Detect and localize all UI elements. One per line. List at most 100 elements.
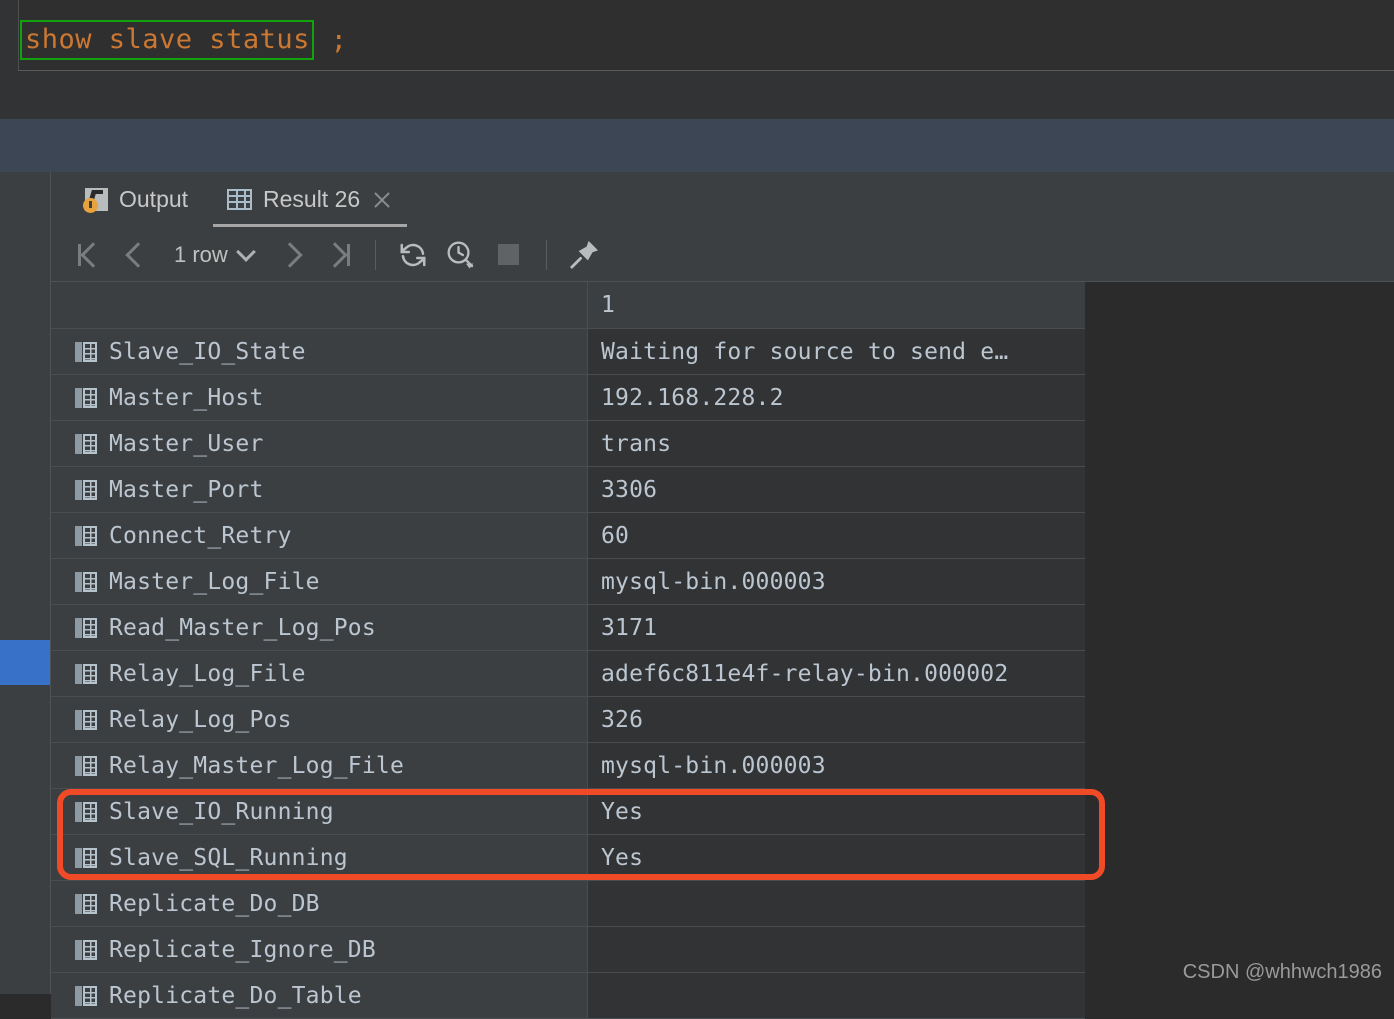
sql-editor[interactable]: show slave status ; — [0, 0, 1394, 71]
row-name-label: Slave_IO_Running — [109, 798, 334, 825]
table-row[interactable]: Read_Master_Log_Pos 3171 — [51, 605, 1085, 651]
row-header-cell[interactable]: Relay_Master_Log_File — [51, 743, 588, 788]
row-value-label: Yes — [601, 844, 644, 871]
column-icon — [75, 939, 97, 960]
pin-icon[interactable] — [561, 232, 607, 278]
row-value-cell[interactable]: Waiting for source to send e… — [588, 329, 1085, 374]
row-header-cell[interactable]: Relay_Log_File — [51, 651, 588, 696]
row-header-cell[interactable]: Master_Log_File — [51, 559, 588, 604]
sql-statement-line[interactable]: show slave status ; — [20, 18, 347, 62]
column-icon — [75, 985, 97, 1006]
result-grid: 1 Slave_IO_State Waiting for source to se… — [51, 282, 1085, 1019]
row-header-cell[interactable]: Replicate_Ignore_DB — [51, 927, 588, 972]
table-row[interactable]: Replicate_Do_DB — [51, 881, 1085, 927]
row-value-cell[interactable]: Yes — [588, 835, 1085, 880]
row-name-label: Master_Host — [109, 384, 264, 411]
table-row[interactable]: Master_Host 192.168.228.2 — [51, 375, 1085, 421]
row-value-cell[interactable] — [588, 973, 1085, 1018]
row-header-cell[interactable]: Replicate_Do_DB — [51, 881, 588, 926]
table-row[interactable]: Relay_Log_File adef6c811e4f-relay-bin.000… — [51, 651, 1085, 697]
row-value-label: Yes — [601, 798, 644, 825]
query-history-icon[interactable] — [438, 232, 484, 278]
left-gutter-strip — [0, 172, 51, 994]
column-icon — [75, 571, 97, 592]
row-name-label: Relay_Log_Pos — [109, 706, 292, 733]
row-value-label: mysql-bin.000003 — [601, 752, 826, 779]
table-row[interactable]: Slave_IO_State Waiting for source to send… — [51, 329, 1085, 375]
row-header-cell[interactable]: Slave_SQL_Running — [51, 835, 588, 880]
table-row[interactable]: Relay_Master_Log_File mysql-bin.000003 — [51, 743, 1085, 789]
close-icon[interactable] — [371, 189, 393, 211]
result-tab-bar: Output Result 26 — [51, 172, 1394, 227]
highlighted-panel-band — [0, 119, 1394, 172]
refresh-icon[interactable] — [390, 232, 436, 278]
table-header-row: 1 — [51, 282, 1085, 329]
table-row[interactable]: Relay_Log_Pos 326 — [51, 697, 1085, 743]
previous-page-icon[interactable] — [115, 232, 161, 278]
table-row[interactable]: Connect_Retry 60 — [51, 513, 1085, 559]
row-value-label: mysql-bin.000003 — [601, 568, 826, 595]
row-header-cell[interactable]: Slave_IO_Running — [51, 789, 588, 834]
row-value-cell[interactable]: mysql-bin.000003 — [588, 559, 1085, 604]
chevron-down-icon[interactable] — [235, 242, 256, 262]
column-icon — [75, 617, 97, 638]
row-value-label: 3171 — [601, 614, 658, 641]
row-name-label: Master_User — [109, 430, 264, 457]
row-value-cell[interactable]: 3171 — [588, 605, 1085, 650]
table-row[interactable]: Master_Port 3306 — [51, 467, 1085, 513]
row-value-label: adef6c811e4f-relay-bin.000002 — [601, 660, 1009, 687]
row-name-label: Master_Port — [109, 476, 264, 503]
row-value-cell[interactable]: Yes — [588, 789, 1085, 834]
table-row[interactable]: Replicate_Ignore_DB — [51, 927, 1085, 973]
row-name-label: Connect_Retry — [109, 522, 292, 549]
sql-selected-statement[interactable]: show slave status — [20, 20, 314, 60]
stop-icon — [486, 232, 532, 278]
row-header-cell[interactable]: Replicate_Do_Table — [51, 973, 588, 1018]
row-value-cell[interactable]: mysql-bin.000003 — [588, 743, 1085, 788]
row-count-label: 1 row — [174, 241, 228, 267]
last-page-icon[interactable] — [315, 232, 361, 278]
row-value-cell[interactable]: 192.168.228.2 — [588, 375, 1085, 420]
row-value-label: 326 — [601, 706, 644, 733]
row-header-cell[interactable]: Master_Port — [51, 467, 588, 512]
column-icon — [75, 433, 97, 454]
next-page-icon[interactable] — [267, 232, 313, 278]
table-row[interactable]: Master_Log_File mysql-bin.000003 — [51, 559, 1085, 605]
editor-gutter — [0, 0, 19, 71]
row-value-cell[interactable]: adef6c811e4f-relay-bin.000002 — [588, 651, 1085, 696]
row-value-label: 60 — [601, 522, 630, 549]
tab-result-26[interactable]: Result 26 — [213, 172, 408, 227]
row-name-label: Slave_IO_State — [109, 338, 306, 365]
row-header-cell[interactable]: Master_User — [51, 421, 588, 466]
row-value-cell[interactable]: 60 — [588, 513, 1085, 558]
first-page-icon[interactable] — [67, 232, 113, 278]
table-row[interactable]: Slave_SQL_Running Yes — [51, 835, 1085, 881]
table-row[interactable]: Slave_IO_Running Yes — [51, 789, 1085, 835]
row-header-cell[interactable]: Connect_Retry — [51, 513, 588, 558]
sql-statement-terminator: ; — [313, 24, 348, 56]
row-value-label: 192.168.228.2 — [601, 384, 784, 411]
row-value-cell[interactable]: 326 — [588, 697, 1085, 742]
row-header-cell[interactable]: Slave_IO_State — [51, 329, 588, 374]
column-icon — [75, 387, 97, 408]
row-name-label: Replicate_Ignore_DB — [109, 936, 376, 963]
row-header-cell[interactable]: Read_Master_Log_Pos — [51, 605, 588, 650]
row-name-label: Master_Log_File — [109, 568, 320, 595]
table-row[interactable]: Master_User trans — [51, 421, 1085, 467]
tab-output[interactable]: Output — [71, 172, 202, 227]
column-icon — [75, 893, 97, 914]
tab-result-26-label: Result 26 — [263, 186, 361, 212]
table-row[interactable]: Replicate_Do_Table — [51, 973, 1085, 1019]
selection-marker[interactable] — [0, 640, 50, 685]
row-value-label: trans — [601, 430, 672, 457]
row-header-cell[interactable]: Relay_Log_Pos — [51, 697, 588, 742]
row-value-cell[interactable]: trans — [588, 421, 1085, 466]
row-value-cell[interactable] — [588, 881, 1085, 926]
row-header-cell[interactable]: Master_Host — [51, 375, 588, 420]
header-cell-1[interactable]: 1 — [588, 282, 1085, 328]
column-icon — [75, 341, 97, 362]
header-cell-1-label: 1 — [601, 292, 616, 318]
row-value-cell[interactable] — [588, 927, 1085, 972]
table-icon — [227, 189, 252, 210]
row-value-cell[interactable]: 3306 — [588, 467, 1085, 512]
